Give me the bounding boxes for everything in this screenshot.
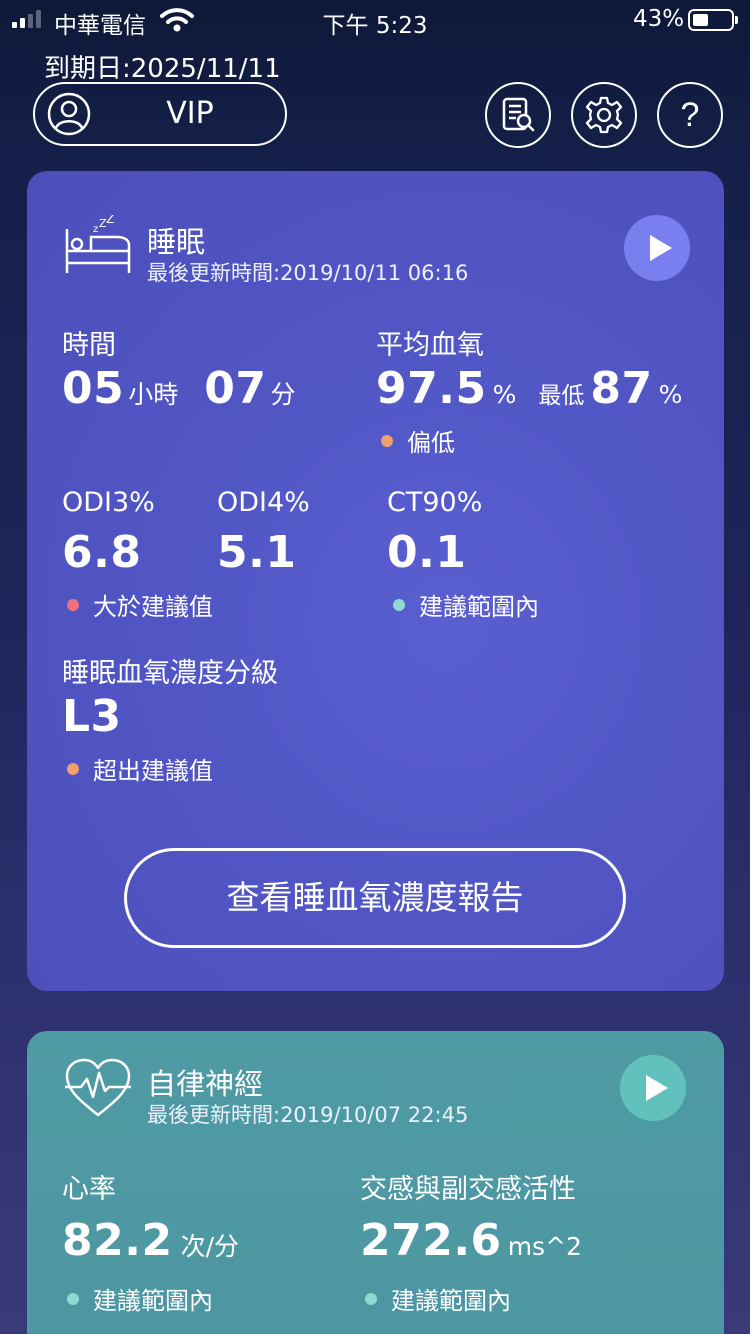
duration-minutes: 07 — [204, 363, 267, 414]
card-title: 自律神經 — [147, 1067, 264, 1101]
spo2-values: 97.5 % 最低 87 % — [376, 363, 682, 414]
activity-status-text: 建議範圍內 — [391, 1287, 511, 1315]
odi3-value: 6.8 — [62, 527, 142, 578]
heart-rate-status-text: 建議範圍內 — [93, 1287, 213, 1315]
spo2-average: 97.5 — [376, 363, 487, 414]
last-updated: 最後更新時間:2019/10/07 22:45 — [147, 1103, 469, 1127]
status-dot — [393, 598, 405, 611]
help-icon: ? — [680, 95, 700, 134]
ct90-value: 0.1 — [387, 527, 467, 578]
spo2-label: 平均血氧 — [376, 330, 484, 361]
hours-unit: 小時 — [128, 380, 179, 409]
svg-text:z: z — [93, 224, 98, 235]
odi4-value: 5.1 — [217, 527, 297, 578]
spo2-min-label: 最低 — [538, 383, 585, 409]
odi4-label: ODI4% — [217, 487, 310, 518]
grade-label: 睡眠血氧濃度分級 — [62, 658, 278, 689]
heart-icon — [65, 1058, 131, 1117]
battery-tip — [735, 16, 738, 24]
spo2-status-text: 偏低 — [407, 429, 455, 457]
view-report-button[interactable]: 查看睡血氧濃度報告 — [124, 848, 626, 948]
heart-rate-unit: 次/分 — [180, 1232, 239, 1261]
duration-value: 05 小時 07 分 — [62, 363, 296, 414]
battery-icon — [688, 9, 734, 31]
odi-status-text: 大於建議值 — [93, 593, 213, 621]
settings-button[interactable] — [571, 82, 637, 148]
status-dot — [67, 1292, 79, 1305]
user-icon — [47, 92, 91, 136]
minutes-unit: 分 — [270, 380, 296, 409]
gear-icon — [585, 96, 623, 134]
report-icon — [502, 97, 535, 132]
heart-rate-label: 心率 — [62, 1174, 116, 1205]
activity-unit: ms^2 — [507, 1232, 582, 1261]
odi-status: 大於建議值 — [67, 587, 213, 622]
card-title: 睡眠 — [147, 225, 206, 259]
help-button[interactable]: ? — [657, 82, 723, 148]
heart-rate-value-row: 82.2 次/分 — [62, 1215, 239, 1266]
spo2-min: 87 — [590, 363, 653, 414]
status-dot — [381, 434, 393, 447]
spo2-min-unit: % — [658, 380, 683, 409]
duration-label: 時間 — [62, 330, 116, 361]
play-button[interactable] — [620, 1055, 686, 1121]
grade-value: L3 — [62, 691, 122, 742]
vip-button[interactable]: VIP — [33, 82, 287, 146]
bed-icon: z Z Z — [65, 215, 131, 273]
activity-value-row: 272.6 ms^2 — [360, 1215, 582, 1266]
heart-rate-status: 建議範圍內 — [67, 1281, 213, 1316]
spo2-status: 偏低 — [381, 423, 455, 458]
activity-label: 交感與副交感活性 — [360, 1174, 576, 1205]
status-bar: 中華電信 下午 5:23 43% — [0, 0, 750, 40]
svg-text:Z: Z — [106, 215, 114, 226]
duration-hours: 05 — [62, 363, 125, 414]
ct90-status-text: 建議範圍內 — [419, 593, 539, 621]
vip-label: VIP — [166, 96, 214, 131]
grade-status-text: 超出建議值 — [93, 757, 213, 785]
sleep-card[interactable]: z Z Z 睡眠 最後更新時間:2019/10/11 06:16 時間 05 小… — [27, 171, 724, 991]
grade-status: 超出建議值 — [67, 751, 213, 786]
last-updated: 最後更新時間:2019/10/11 06:16 — [147, 261, 469, 285]
ct90-status: 建議範圍內 — [393, 587, 539, 622]
battery-percent: 43% — [633, 6, 685, 32]
autonomic-card[interactable]: 自律神經 最後更新時間:2019/10/07 22:45 心率 82.2 次/分… — [27, 1031, 724, 1334]
activity-value: 272.6 — [360, 1215, 502, 1266]
status-dot — [365, 1292, 377, 1305]
play-button[interactable] — [624, 215, 690, 281]
heart-rate-value: 82.2 — [62, 1215, 173, 1266]
ct90-label: CT90% — [387, 487, 483, 518]
activity-status: 建議範圍內 — [365, 1281, 511, 1316]
status-dot — [67, 762, 79, 775]
status-dot — [67, 598, 79, 611]
report-button[interactable] — [485, 82, 551, 148]
odi3-label: ODI3% — [62, 487, 155, 518]
spo2-average-unit: % — [492, 380, 517, 409]
expiry-date: 到期日:2025/11/11 — [44, 54, 281, 84]
